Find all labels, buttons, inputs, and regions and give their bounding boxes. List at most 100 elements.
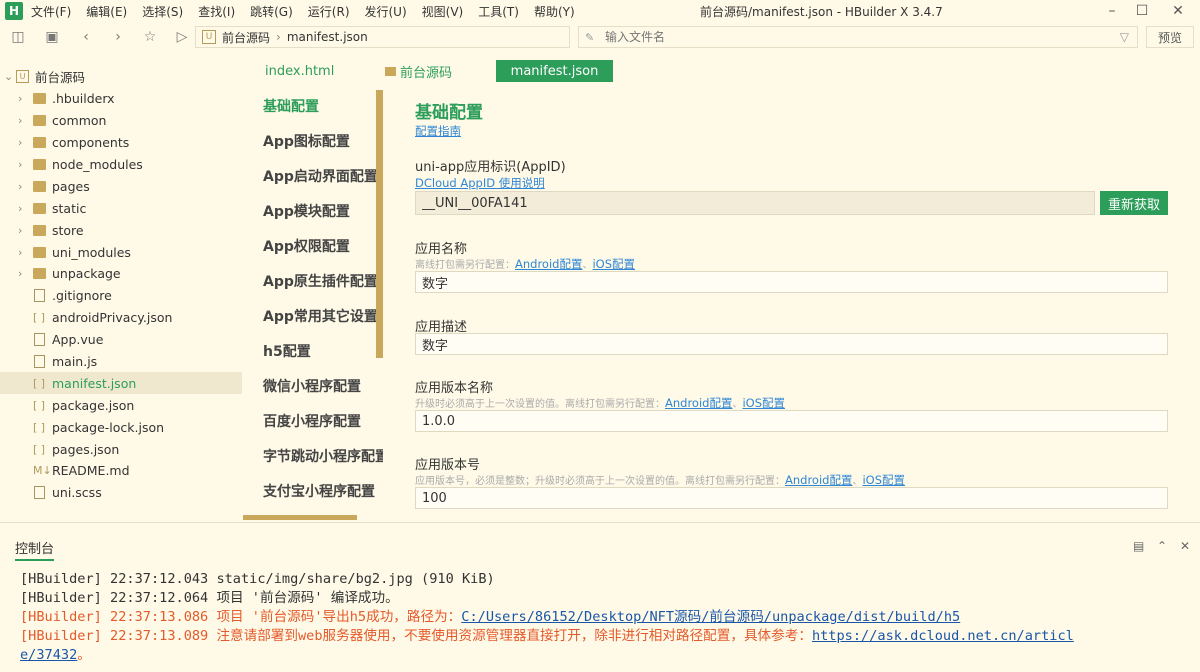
tree-item[interactable]: M↓ README.md bbox=[0, 460, 242, 482]
config-nav-item[interactable]: h5配置 bbox=[243, 335, 383, 370]
folder-icon bbox=[33, 93, 46, 105]
menu-help[interactable]: 帮助(Y) bbox=[534, 3, 575, 20]
appid-help-link[interactable]: DCloud AppID 使用说明 bbox=[415, 175, 545, 191]
chevron-right-icon[interactable]: › bbox=[18, 180, 22, 193]
tree-item[interactable]: › pages bbox=[0, 175, 242, 197]
file-search-input[interactable] bbox=[605, 30, 1105, 44]
refresh-appid-button[interactable]: 重新获取 bbox=[1100, 191, 1168, 215]
close-icon[interactable]: ✕ bbox=[1164, 0, 1192, 22]
config-nav-item[interactable]: App启动界面配置 bbox=[243, 160, 383, 195]
menu-run[interactable]: 运行(R) bbox=[308, 3, 350, 20]
save-icon[interactable]: ▣ bbox=[42, 27, 62, 47]
tree-item[interactable]: main.js bbox=[0, 351, 242, 373]
tree-item-label: main.js bbox=[52, 354, 98, 370]
version-name-ios-link[interactable]: iOS配置 bbox=[742, 396, 785, 410]
minimize-icon[interactable]: – bbox=[1098, 0, 1126, 22]
version-name-android-link[interactable]: Android配置 bbox=[665, 396, 732, 410]
guide-link[interactable]: 配置指南 bbox=[415, 123, 461, 139]
config-nav-item[interactable]: App图标配置 bbox=[243, 125, 383, 160]
window-title: 前台源码/manifest.json - HBuilder X 3.4.7 bbox=[700, 5, 943, 19]
chevron-right-icon[interactable]: › bbox=[18, 267, 22, 280]
app-name-ios-link[interactable]: iOS配置 bbox=[592, 257, 635, 271]
tree-item-label: .hbuilderx bbox=[52, 91, 115, 107]
close-console-icon[interactable]: ✕ bbox=[1180, 539, 1190, 553]
menu-view[interactable]: 视图(V) bbox=[422, 3, 464, 20]
tree-item[interactable]: uni.scss bbox=[0, 482, 242, 504]
filter-icon[interactable]: ▽ bbox=[1120, 30, 1129, 44]
back-icon[interactable]: ‹ bbox=[76, 27, 96, 47]
tree-item[interactable]: › .hbuilderx bbox=[0, 88, 242, 110]
tree-root[interactable]: ⌄ U 前台源码 bbox=[0, 66, 242, 88]
version-code-android-link[interactable]: Android配置 bbox=[785, 473, 852, 487]
log-link[interactable]: C:/Users/86152/Desktop/NFT源码/前台源码/unpack… bbox=[461, 609, 960, 625]
version-code-ios-link[interactable]: iOS配置 bbox=[862, 473, 905, 487]
config-nav-item[interactable]: App模块配置 bbox=[243, 195, 383, 230]
menu-file[interactable]: 文件(F) bbox=[31, 3, 71, 20]
chevron-up-icon[interactable]: ⌃ bbox=[1157, 539, 1167, 553]
tree-item[interactable]: .gitignore bbox=[0, 285, 242, 307]
app-name-input[interactable] bbox=[415, 271, 1168, 293]
form-title: 基础配置 bbox=[415, 103, 483, 123]
tree-item[interactable]: [ ] package-lock.json bbox=[0, 416, 242, 438]
menu-tools[interactable]: 工具(T) bbox=[478, 3, 519, 20]
config-nav-item[interactable]: 字节跳动小程序配置 bbox=[243, 440, 383, 475]
maximize-icon[interactable]: ☐ bbox=[1128, 0, 1156, 22]
tree-item[interactable]: › node_modules bbox=[0, 154, 242, 176]
log-link-continued[interactable]: e/37432 bbox=[20, 647, 77, 663]
chevron-right-icon[interactable]: › bbox=[18, 92, 22, 105]
tree-item[interactable]: › components bbox=[0, 132, 242, 154]
config-nav-item[interactable]: 基础配置 bbox=[243, 90, 383, 125]
menu-goto[interactable]: 跳转(G) bbox=[250, 3, 293, 20]
chevron-right-icon[interactable]: › bbox=[18, 158, 22, 171]
tree-item[interactable]: [ ] androidPrivacy.json bbox=[0, 307, 242, 329]
menu-select[interactable]: 选择(S) bbox=[142, 3, 183, 20]
tab-manifest-json[interactable]: manifest.json bbox=[496, 60, 613, 82]
menu-edit[interactable]: 编辑(E) bbox=[86, 3, 127, 20]
tree-item[interactable]: › common bbox=[0, 110, 242, 132]
tab-project[interactable]: 前台源码 bbox=[385, 60, 452, 82]
chevron-right-icon[interactable]: › bbox=[18, 246, 22, 259]
breadcrumb-project[interactable]: 前台源码 bbox=[222, 29, 270, 46]
preview-button[interactable]: 预览 bbox=[1146, 26, 1194, 48]
star-icon[interactable]: ☆ bbox=[140, 27, 160, 47]
breadcrumb-file[interactable]: manifest.json bbox=[287, 30, 368, 44]
tree-item[interactable]: [ ] pages.json bbox=[0, 438, 242, 460]
tree-item[interactable]: › uni_modules bbox=[0, 241, 242, 263]
tree-item[interactable]: › store bbox=[0, 219, 242, 241]
config-nav-item[interactable]: 微信小程序配置 bbox=[243, 370, 383, 405]
tree-item[interactable]: App.vue bbox=[0, 329, 242, 351]
config-nav-item[interactable]: App权限配置 bbox=[243, 230, 383, 265]
tab-index-html[interactable]: index.html bbox=[265, 60, 334, 82]
version-name-input[interactable] bbox=[415, 410, 1168, 432]
tree-item[interactable]: › static bbox=[0, 197, 242, 219]
tree-item[interactable]: [ ] package.json bbox=[0, 394, 242, 416]
config-nav-item[interactable]: App原生插件配置 bbox=[243, 265, 383, 300]
run-icon[interactable]: ▷ bbox=[172, 27, 192, 47]
menu-publish[interactable]: 发行(U) bbox=[365, 3, 407, 20]
menu-find[interactable]: 查找(I) bbox=[198, 3, 235, 20]
version-code-input[interactable] bbox=[415, 487, 1168, 509]
config-nav-item[interactable]: 百度小程序配置 bbox=[243, 405, 383, 440]
clear-console-icon[interactable]: ▤ bbox=[1133, 539, 1144, 553]
chevron-down-icon[interactable]: ⌄ bbox=[4, 70, 13, 83]
config-nav-hscrollbar[interactable] bbox=[243, 515, 357, 520]
chevron-right-icon[interactable]: › bbox=[18, 136, 22, 149]
chevron-right-icon[interactable]: › bbox=[18, 202, 22, 215]
file-search-icon: ✎ bbox=[585, 30, 595, 44]
config-nav-item[interactable]: App常用其它设置 bbox=[243, 300, 383, 335]
chevron-right-icon[interactable]: › bbox=[18, 224, 22, 237]
app-desc-input[interactable] bbox=[415, 333, 1168, 355]
tree-item[interactable]: › unpackage bbox=[0, 263, 242, 285]
app-name-label: 应用名称 bbox=[415, 242, 468, 257]
chevron-right-icon[interactable]: › bbox=[18, 114, 22, 127]
app-name-android-link[interactable]: Android配置 bbox=[515, 257, 582, 271]
log-link[interactable]: https://ask.dcloud.net.cn/articl bbox=[812, 628, 1074, 644]
appid-input[interactable] bbox=[415, 191, 1095, 215]
config-nav-scrollbar[interactable] bbox=[376, 90, 383, 358]
forward-icon[interactable]: › bbox=[108, 27, 128, 47]
tree-item[interactable]: [ ] manifest.json bbox=[0, 372, 242, 395]
config-nav-item[interactable]: 支付宝小程序配置 bbox=[243, 475, 383, 510]
console-tab[interactable]: 控制台 bbox=[15, 538, 55, 561]
new-file-icon[interactable]: ◫ bbox=[8, 27, 28, 47]
project-icon: U bbox=[16, 70, 29, 84]
